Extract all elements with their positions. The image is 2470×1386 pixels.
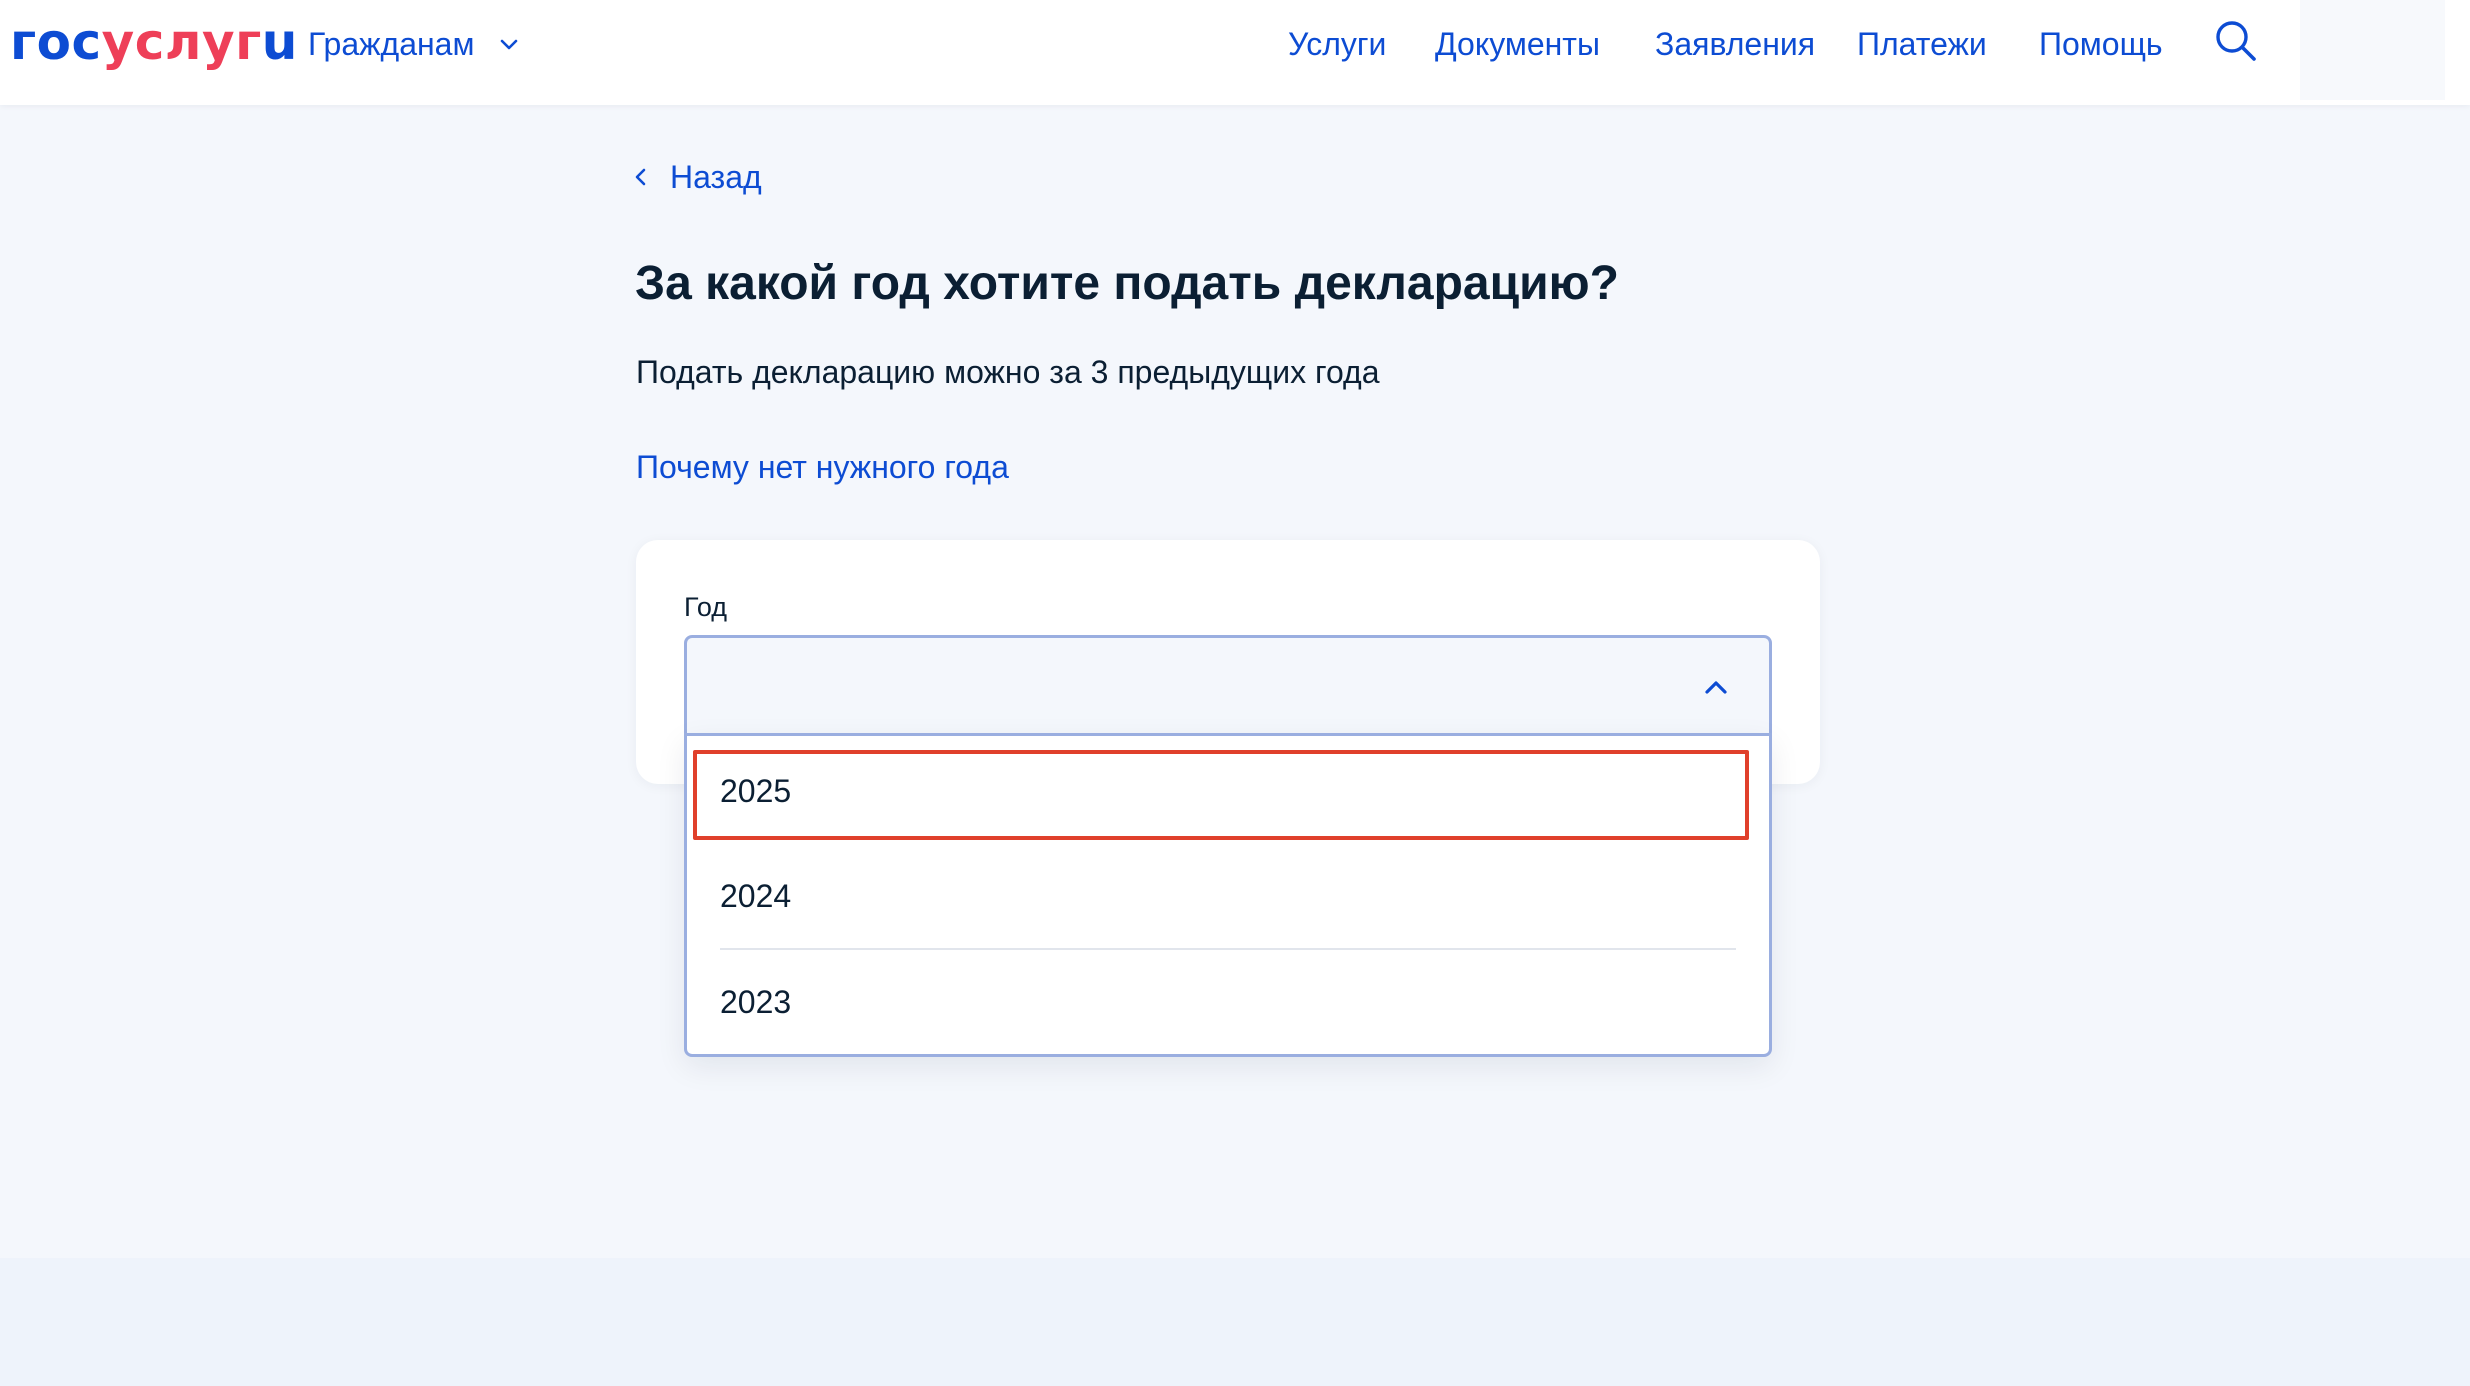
site-header: госуслугu Гражданам Услуги Документы Зая… xyxy=(0,0,2470,105)
logo-part-uslug: услуг xyxy=(101,13,262,71)
why-no-year-link[interactable]: Почему нет нужного года xyxy=(636,445,1009,489)
year-select[interactable] xyxy=(684,635,1772,733)
chevron-left-icon xyxy=(635,168,646,186)
highlighted-option-frame xyxy=(693,750,1749,840)
year-option-2025[interactable]: 2025 xyxy=(720,771,791,811)
nav-help[interactable]: Помощь xyxy=(2039,22,2163,66)
gosuslugi-logo[interactable]: госуслугu xyxy=(10,12,298,72)
page-subtitle: Подать декларацию можно за 3 предыдущих … xyxy=(636,354,1380,390)
nav-documents[interactable]: Документы xyxy=(1435,22,1600,66)
nav-services[interactable]: Услуги xyxy=(1288,22,1386,66)
citizens-menu[interactable]: Гражданам xyxy=(308,22,522,66)
option-divider xyxy=(720,948,1736,950)
footer-area xyxy=(0,1258,2470,1386)
logo-part-u: u xyxy=(261,13,298,71)
back-link[interactable]: Назад xyxy=(632,157,762,197)
search-icon[interactable] xyxy=(2213,18,2259,64)
back-link-label: Назад xyxy=(670,158,762,195)
nav-applications[interactable]: Заявления xyxy=(1655,22,1815,66)
chevron-up-icon xyxy=(1705,681,1727,694)
logo-part-gos: гос xyxy=(10,13,102,71)
page-title: За какой год хотите подать декларацию? xyxy=(635,257,1619,310)
year-option-2024[interactable]: 2024 xyxy=(720,876,791,916)
year-field-label: Год xyxy=(684,592,727,622)
citizens-menu-label: Гражданам xyxy=(308,25,475,62)
chevron-down-icon xyxy=(501,39,518,50)
year-option-2023[interactable]: 2023 xyxy=(720,982,791,1022)
header-user-area xyxy=(2300,0,2445,100)
nav-payments[interactable]: Платежи xyxy=(1857,22,1987,66)
